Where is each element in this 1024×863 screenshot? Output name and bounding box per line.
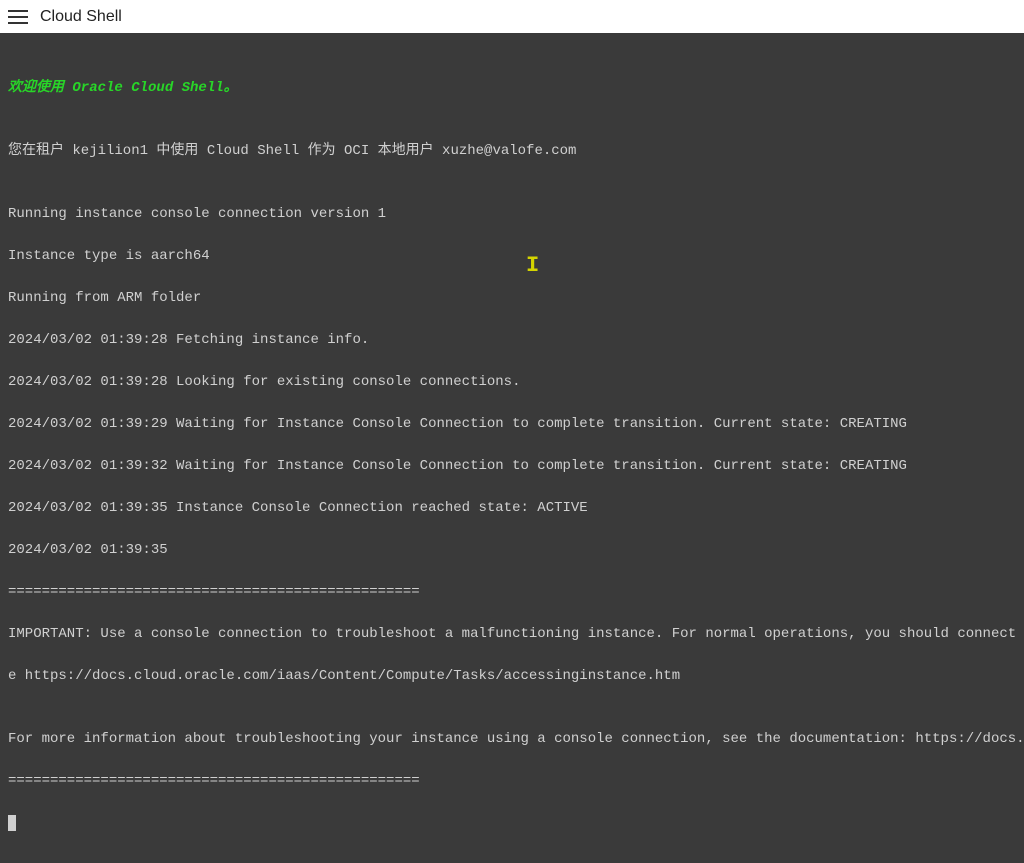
terminal-line: 2024/03/02 01:39:29 Waiting for Instance… <box>8 414 1016 435</box>
welcome-banner: 欢迎使用 Oracle Cloud Shell。 <box>8 78 1016 99</box>
terminal-line: IMPORTANT: Use a console connection to t… <box>8 624 1016 645</box>
terminal-cursor <box>8 815 16 831</box>
terminal-line: ========================================… <box>8 582 1016 603</box>
terminal-line: e https://docs.cloud.oracle.com/iaas/Con… <box>8 666 1016 687</box>
terminal-line: Instance type is aarch64 <box>8 246 1016 267</box>
header: Cloud Shell <box>0 0 1024 33</box>
terminal-line: 2024/03/02 01:39:35 <box>8 540 1016 561</box>
terminal-line: 2024/03/02 01:39:35 Instance Console Con… <box>8 498 1016 519</box>
terminal-line: 2024/03/02 01:39:28 Fetching instance in… <box>8 330 1016 351</box>
terminal-line: Running from ARM folder <box>8 288 1016 309</box>
terminal-line: ========================================… <box>8 771 1016 792</box>
tenant-line: 您在租户 kejilion1 中使用 Cloud Shell 作为 OCI 本地… <box>8 141 1016 162</box>
page-title: Cloud Shell <box>40 8 122 26</box>
terminal-line: 2024/03/02 01:39:28 Looking for existing… <box>8 372 1016 393</box>
terminal[interactable]: 欢迎使用 Oracle Cloud Shell。 您在租户 kejilion1 … <box>0 33 1024 863</box>
terminal-line: 2024/03/02 01:39:32 Waiting for Instance… <box>8 456 1016 477</box>
terminal-line: Running instance console connection vers… <box>8 204 1016 225</box>
terminal-line: For more information about troubleshooti… <box>8 729 1016 750</box>
hamburger-menu-icon[interactable] <box>8 7 28 27</box>
